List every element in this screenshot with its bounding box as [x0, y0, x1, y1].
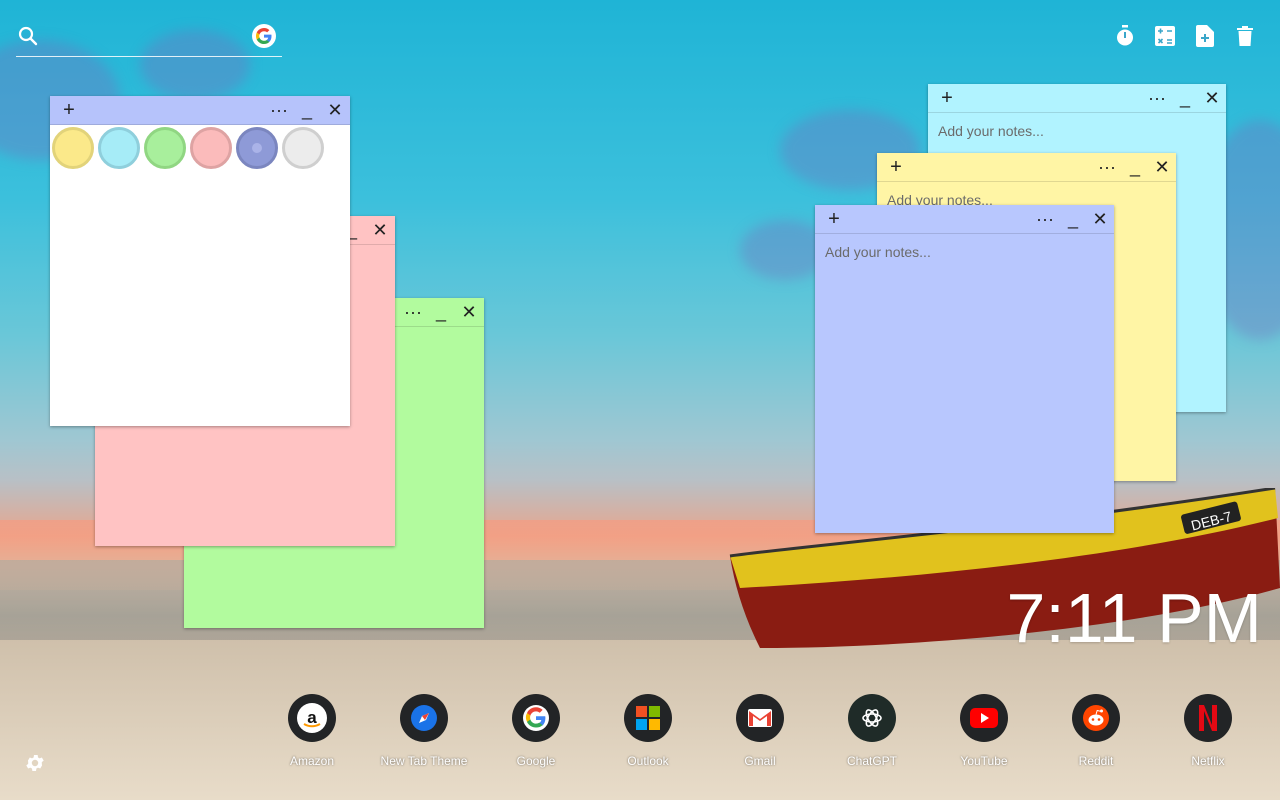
shortcut-label: Amazon	[289, 754, 335, 768]
gmail-icon	[736, 694, 784, 742]
search-bar	[16, 22, 282, 57]
minimize-icon[interactable]: _	[1062, 205, 1084, 233]
minimize-icon[interactable]: _	[1174, 84, 1196, 112]
shortcut-label: Reddit	[1078, 754, 1114, 768]
top-toolbar	[1114, 24, 1256, 48]
shortcut-new-tab-theme[interactable]: New Tab Theme	[368, 694, 480, 768]
add-note-icon[interactable]: +	[885, 153, 907, 181]
more-options-icon[interactable]: ···	[402, 298, 424, 326]
note-titlebar[interactable]: + ··· _ ✕	[50, 96, 350, 125]
note-titlebar[interactable]: + ··· _ ✕	[877, 153, 1176, 182]
swatch-yellow[interactable]	[52, 127, 94, 169]
close-icon[interactable]: ✕	[1151, 153, 1173, 181]
add-note-icon[interactable]: +	[936, 84, 958, 112]
microsoft-icon	[624, 694, 672, 742]
trash-icon[interactable]	[1234, 24, 1256, 48]
minimize-icon[interactable]: _	[1124, 153, 1146, 181]
shortcut-reddit[interactable]: Reddit	[1040, 694, 1152, 768]
color-swatches	[50, 125, 350, 171]
shortcut-label: New Tab Theme	[380, 754, 468, 768]
swatch-blue-selected[interactable]	[236, 127, 278, 169]
close-icon[interactable]: ✕	[458, 298, 480, 326]
note-titlebar[interactable]: + ··· _ ✕	[815, 205, 1114, 234]
timer-icon[interactable]	[1114, 24, 1136, 48]
new-note-icon[interactable]	[1194, 24, 1216, 48]
swatch-cyan[interactable]	[98, 127, 140, 169]
minimize-icon[interactable]: _	[296, 96, 318, 124]
search-icon[interactable]	[18, 26, 38, 51]
shortcut-amazon[interactable]: a Amazon	[256, 694, 368, 768]
google-icon	[512, 694, 560, 742]
shortcut-label: Gmail	[744, 754, 776, 768]
clock-time: 7:11 PM	[1006, 579, 1263, 657]
swatch-pink[interactable]	[190, 127, 232, 169]
shortcut-dock: a Amazon New Tab Theme Google Outlook Gm…	[256, 694, 1264, 768]
close-icon[interactable]: ✕	[369, 216, 391, 244]
reddit-icon	[1072, 694, 1120, 742]
shortcut-chatgpt[interactable]: ChatGPT	[816, 694, 928, 768]
svg-text:a: a	[307, 708, 317, 727]
compass-icon	[400, 694, 448, 742]
shortcut-label: YouTube	[960, 754, 1008, 768]
shortcut-outlook[interactable]: Outlook	[592, 694, 704, 768]
shortcut-label: Outlook	[627, 754, 669, 768]
more-options-icon[interactable]: ···	[1096, 153, 1118, 181]
shortcut-label: ChatGPT	[846, 754, 897, 768]
sticky-note-color-picker[interactable]: + ··· _ ✕	[50, 96, 350, 426]
more-options-icon[interactable]: ···	[1146, 84, 1168, 112]
add-note-icon[interactable]: +	[823, 205, 845, 233]
calculator-icon[interactable]	[1154, 24, 1176, 48]
shortcut-gmail[interactable]: Gmail	[704, 694, 816, 768]
amazon-icon: a	[288, 694, 336, 742]
note-placeholder[interactable]: Add your notes...	[938, 123, 1044, 139]
note-placeholder[interactable]: Add your notes...	[825, 244, 931, 260]
search-input[interactable]	[46, 24, 250, 52]
shortcut-youtube[interactable]: YouTube	[928, 694, 1040, 768]
minimize-icon[interactable]: _	[430, 298, 452, 326]
shortcut-netflix[interactable]: Netflix	[1152, 694, 1264, 768]
shortcut-label: Google	[516, 754, 556, 768]
shortcut-label: Netflix	[1191, 754, 1225, 768]
close-icon[interactable]: ✕	[1201, 84, 1223, 112]
close-icon[interactable]: ✕	[324, 96, 346, 124]
settings-gear-icon[interactable]	[24, 752, 46, 779]
sticky-note-blue[interactable]: + ··· _ ✕ Add your notes...	[815, 205, 1114, 533]
swatch-gray[interactable]	[282, 127, 324, 169]
more-options-icon[interactable]: ···	[268, 96, 290, 124]
more-options-icon[interactable]: ···	[1034, 205, 1056, 233]
google-engine-icon[interactable]	[252, 24, 276, 48]
shortcut-google[interactable]: Google	[480, 694, 592, 768]
netflix-icon	[1184, 694, 1232, 742]
close-icon[interactable]: ✕	[1089, 205, 1111, 233]
add-note-icon[interactable]: +	[58, 96, 80, 124]
youtube-icon	[960, 694, 1008, 742]
swatch-green[interactable]	[144, 127, 186, 169]
chatgpt-icon	[848, 694, 896, 742]
note-titlebar[interactable]: + ··· _ ✕	[928, 84, 1226, 113]
